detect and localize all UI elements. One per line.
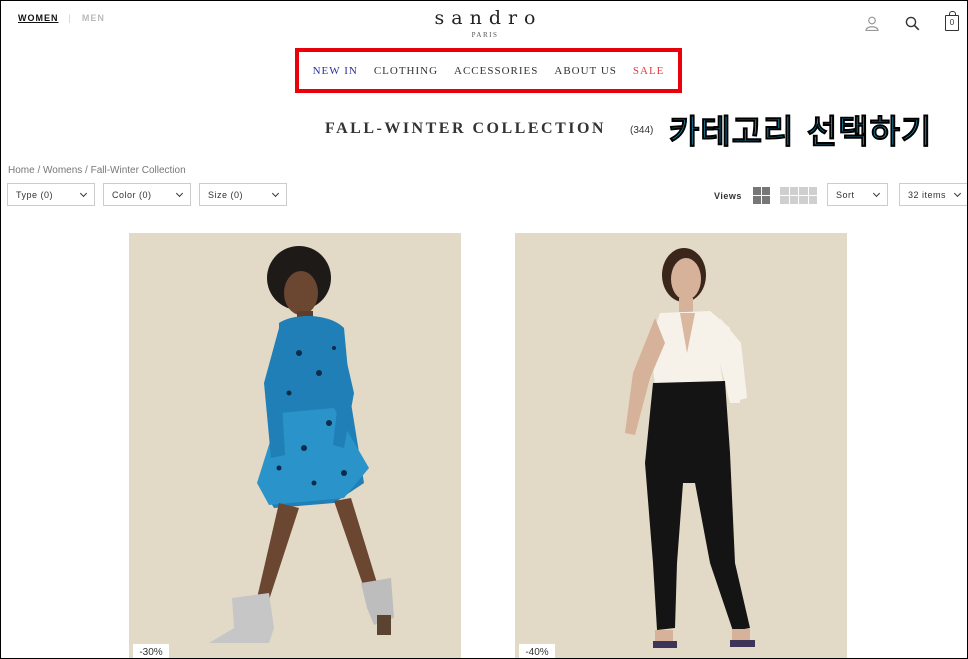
logo-name: sandro — [434, 7, 543, 29]
page-frame: WOMEN | MEN sandro PARIS 0 NEW IN CLOTHI… — [0, 0, 968, 659]
product-image — [129, 233, 461, 658]
chevron-down-icon — [175, 189, 184, 197]
type-filter-label: Type (0) — [16, 189, 54, 200]
chevron-down-icon — [79, 189, 88, 197]
color-filter[interactable]: Color (0) — [103, 183, 191, 206]
bag-icon: 0 — [945, 11, 959, 31]
product-image — [515, 233, 847, 658]
nav-new-in[interactable]: NEW IN — [313, 65, 358, 77]
brand-logo[interactable]: sandro PARIS — [1, 7, 967, 39]
items-per-page-dropdown[interactable]: 32 items — [899, 183, 967, 206]
cart-button[interactable]: 0 — [943, 11, 961, 32]
size-filter-label: Size (0) — [208, 189, 244, 200]
views-label: Views — [714, 191, 742, 201]
type-filter[interactable]: Type (0) — [7, 183, 95, 206]
page-title: FALL-WINTER COLLECTION — [325, 120, 606, 137]
product-card[interactable]: -30% — [129, 233, 461, 658]
product-card[interactable]: -40% — [515, 233, 847, 658]
header-actions: 0 — [863, 11, 961, 32]
discount-badge: -40% — [519, 644, 555, 658]
bag-count: 0 — [949, 18, 955, 27]
nav-about-us[interactable]: ABOUT US — [554, 65, 617, 77]
grid-4-view-icon[interactable] — [780, 187, 817, 204]
product-count: (344) — [630, 125, 654, 136]
chevron-down-icon — [953, 189, 962, 197]
chevron-down-icon — [271, 189, 280, 197]
discount-badge: -30% — [133, 644, 169, 658]
color-filter-label: Color (0) — [112, 189, 152, 200]
logo-subtitle: PARIS — [471, 31, 499, 39]
chevron-down-icon — [872, 189, 881, 197]
nav-accessories[interactable]: ACCESSORIES — [454, 65, 538, 77]
sort-dropdown[interactable]: Sort — [827, 183, 888, 206]
breadcrumb[interactable]: Home / Womens / Fall-Winter Collection — [8, 165, 186, 176]
nav-sale[interactable]: SALE — [633, 65, 665, 77]
nav-clothing[interactable]: CLOTHING — [374, 65, 438, 77]
annotation-caption: 카테고리 선택하기 — [668, 112, 933, 152]
main-nav: NEW IN CLOTHING ACCESSORIES ABOUT US SAL… — [299, 52, 678, 89]
account-icon[interactable] — [863, 14, 881, 32]
sort-label: Sort — [836, 189, 855, 200]
items-per-page-label: 32 items — [908, 189, 947, 200]
grid-2-view-icon[interactable] — [753, 187, 770, 204]
size-filter[interactable]: Size (0) — [199, 183, 287, 206]
search-icon[interactable] — [903, 14, 921, 32]
